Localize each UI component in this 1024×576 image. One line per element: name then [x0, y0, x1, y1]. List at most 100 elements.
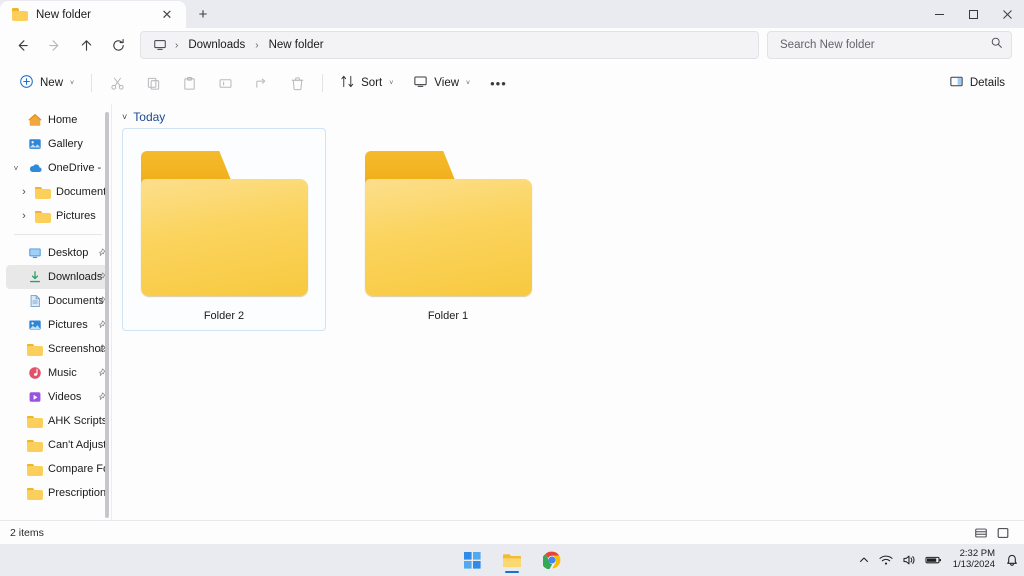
start-button[interactable]: [457, 546, 487, 574]
sidebar-item-pictures[interactable]: › Pictures: [6, 204, 108, 228]
sidebar-item-label: OneDrive - Pers: [48, 162, 108, 174]
sidebar-item-can-t-adjust-bri[interactable]: Can't Adjust Bri: [6, 433, 108, 457]
refresh-icon[interactable]: [102, 30, 134, 60]
search-icon[interactable]: [990, 36, 1003, 54]
ellipsis-icon: •••: [490, 76, 507, 91]
breadcrumb-item-downloads[interactable]: Downloads: [182, 36, 251, 54]
details-pane-button[interactable]: Details: [940, 68, 1014, 98]
file-item-label: Folder 2: [204, 310, 244, 322]
breadcrumb-item-new-folder[interactable]: New folder: [263, 36, 330, 54]
maximize-icon[interactable]: [956, 0, 990, 28]
sidebar-item-label: Pictures: [56, 210, 96, 222]
large-icons-view-icon[interactable]: [992, 523, 1014, 543]
close-icon[interactable]: [990, 0, 1024, 28]
chevron-down-icon[interactable]: ˅: [122, 112, 127, 122]
sidebar-item-ahk-scripts[interactable]: AHK Scripts: [6, 409, 108, 433]
chevron-spacer: [10, 417, 22, 426]
address-bar: › Downloads › New folder: [0, 28, 1024, 62]
battery-icon[interactable]: [925, 554, 942, 566]
sidebar-item-home[interactable]: Home: [6, 108, 108, 132]
chevron-spacer: [10, 393, 22, 402]
sort-button[interactable]: Sort ˅: [331, 68, 402, 98]
status-bar: 2 items: [0, 520, 1024, 544]
see-more-button[interactable]: •••: [481, 68, 516, 98]
new-button-label: New: [40, 77, 63, 89]
chevron-spacer: [10, 140, 22, 149]
breadcrumb[interactable]: › Downloads › New folder: [140, 31, 759, 59]
chevron-right-icon[interactable]: ›: [18, 210, 30, 222]
file-item[interactable]: Folder 1: [346, 128, 550, 331]
share-icon[interactable]: [244, 68, 278, 98]
wifi-icon[interactable]: [879, 554, 893, 566]
window-controls: [922, 0, 1024, 28]
sidebar-item-prescriptions[interactable]: Prescriptions: [6, 481, 108, 505]
bell-icon[interactable]: [1006, 554, 1018, 567]
chevron-spacer: [10, 116, 22, 125]
show-hidden-icons-icon[interactable]: [858, 554, 870, 566]
sidebar-divider: [14, 234, 102, 235]
rename-icon[interactable]: [208, 68, 242, 98]
command-bar: New ˅ Sort ˅: [0, 62, 1024, 104]
sort-button-label: Sort: [361, 77, 382, 89]
close-icon[interactable]: ✕: [156, 4, 178, 26]
active-app-indicator: [505, 571, 519, 574]
music-icon: [27, 365, 43, 381]
cut-icon[interactable]: [100, 68, 134, 98]
sidebar-item-label: Downloads: [48, 271, 102, 283]
sidebar-item-label: Music: [48, 367, 77, 379]
forward-arrow-icon[interactable]: [38, 30, 70, 60]
search-box[interactable]: [767, 31, 1012, 59]
chevron-spacer: [10, 345, 22, 354]
sidebar-item-label: Documents: [56, 186, 108, 198]
new-button[interactable]: New ˅: [10, 68, 83, 98]
copy-icon[interactable]: [136, 68, 170, 98]
chevron-spacer: [10, 465, 22, 474]
sidebar-item-desktop[interactable]: Desktop: [6, 241, 108, 265]
sidebar-item-screenshots[interactable]: Screenshots: [6, 337, 108, 361]
sidebar-item-compare-folder[interactable]: Compare Folder: [6, 457, 108, 481]
sidebar-item-music[interactable]: Music: [6, 361, 108, 385]
search-input[interactable]: [780, 39, 990, 51]
group-header-today[interactable]: ˅ Today: [112, 104, 1024, 126]
sidebar-scrollbar-thumb[interactable]: [105, 112, 109, 518]
tab-new-folder[interactable]: New folder ✕: [0, 1, 186, 28]
sidebar-item-videos[interactable]: Videos: [6, 385, 108, 409]
sidebar-item-pictures[interactable]: Pictures: [6, 313, 108, 337]
trash-icon[interactable]: [280, 68, 314, 98]
chevron-spacer: [10, 249, 22, 258]
paste-icon[interactable]: [172, 68, 206, 98]
downloads-icon: [27, 269, 43, 285]
sidebar-item-onedrive-pers[interactable]: ˅ OneDrive - Pers: [6, 156, 108, 180]
folder-icon: [12, 8, 28, 21]
group-label: Today: [133, 110, 165, 124]
chevron-spacer: [10, 297, 22, 306]
view-icon: [413, 74, 428, 92]
sidebar-item-gallery[interactable]: Gallery: [6, 132, 108, 156]
folder-icon: [27, 413, 43, 429]
minimize-icon[interactable]: [922, 0, 956, 28]
sidebar-item-label: Desktop: [48, 247, 88, 259]
chevron-down-icon[interactable]: ˅: [10, 164, 22, 173]
chevron-spacer: [10, 489, 22, 498]
this-pc-icon[interactable]: [149, 38, 171, 52]
sidebar-item-documents[interactable]: › Documents: [6, 180, 108, 204]
back-arrow-icon[interactable]: [6, 30, 38, 60]
sidebar-item-downloads[interactable]: Downloads: [6, 265, 108, 289]
view-button[interactable]: View ˅: [404, 68, 479, 98]
chrome-taskbar-icon[interactable]: [537, 546, 567, 574]
desktop-icon: [27, 245, 43, 261]
chevron-down-icon: ˅: [70, 80, 74, 87]
volume-icon[interactable]: [902, 554, 916, 566]
sidebar-scrollbar[interactable]: [104, 112, 109, 518]
navigation-pane[interactable]: Home Gallery ˅ OneDrive - Pers › Documents › P…: [0, 104, 112, 520]
file-item[interactable]: Folder 2: [122, 128, 326, 331]
chevron-right-icon[interactable]: ›: [18, 186, 30, 198]
file-list-view[interactable]: ˅ Today Folder 2 Folder 1: [112, 104, 1024, 520]
new-tab-button[interactable]: +: [192, 3, 214, 25]
pictures-icon: [27, 317, 43, 333]
clock[interactable]: 2:32 PM 1/13/2024: [953, 549, 995, 571]
details-view-icon[interactable]: [970, 523, 992, 543]
sidebar-item-documents[interactable]: Documents: [6, 289, 108, 313]
file-explorer-taskbar-icon[interactable]: [497, 546, 527, 574]
up-arrow-icon[interactable]: [70, 30, 102, 60]
